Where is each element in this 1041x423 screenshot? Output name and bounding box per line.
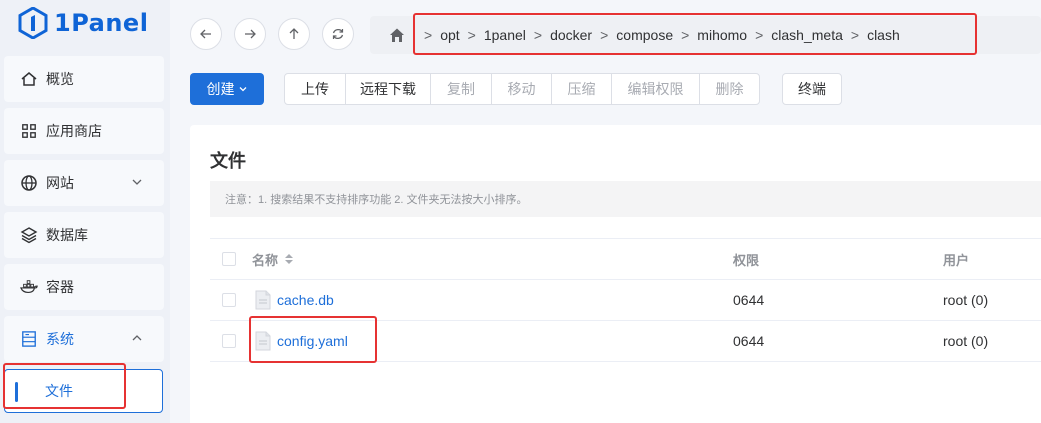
home-icon[interactable] xyxy=(388,26,406,44)
sidebar-item-app-store[interactable]: 应用商店 xyxy=(4,108,164,154)
select-all-checkbox[interactable] xyxy=(222,252,236,266)
sidebar-item-database[interactable]: 数据库 xyxy=(4,212,164,258)
upload-button[interactable]: 上传 xyxy=(284,73,346,105)
sidebar-item-container[interactable]: 容器 xyxy=(4,264,164,310)
create-button[interactable]: 创建 xyxy=(190,73,264,105)
chevron-down-icon[interactable] xyxy=(130,175,144,189)
sidebar-item-label: 系统 xyxy=(46,331,74,347)
logo[interactable]: 1Panel xyxy=(18,6,148,40)
page-title: 文件 xyxy=(210,151,246,171)
file-action-group: 上传 远程下载 复制 移动 压缩 编辑权限 删除 xyxy=(284,73,760,105)
sidebar-item-system[interactable]: 系统 xyxy=(4,316,164,362)
up-button[interactable] xyxy=(278,18,310,50)
notice-banner: 注意：1. 搜索结果不支持排序功能 2. 文件夹无法按大小排序。 xyxy=(210,181,1041,217)
remote-download-button[interactable]: 远程下载 xyxy=(345,73,431,105)
file-user: root (0) xyxy=(943,292,989,308)
column-name-label: 名称 xyxy=(252,252,279,268)
delete-button[interactable]: 删除 xyxy=(699,73,760,105)
sidebar-item-label: 网站 xyxy=(46,175,74,191)
arrow-up-icon xyxy=(289,28,299,39)
sidebar-item-label: 应用商店 xyxy=(46,123,102,139)
file-name-link[interactable]: cache.db xyxy=(277,292,334,308)
file-user: root (0) xyxy=(943,333,989,349)
column-user: 用户 xyxy=(943,252,970,268)
copy-button[interactable]: 复制 xyxy=(430,73,492,105)
annotation-box-breadcrumb xyxy=(413,13,977,55)
1panel-logo-icon xyxy=(18,7,48,39)
grid-icon xyxy=(20,122,38,140)
chevron-up-icon[interactable] xyxy=(130,331,144,345)
table-row[interactable]: cache.db 0644 root (0) xyxy=(210,280,1041,321)
back-button[interactable] xyxy=(190,18,222,50)
row-checkbox[interactable] xyxy=(222,334,236,348)
table-header: 名称 权限 用户 xyxy=(210,238,1041,280)
annotation-box-config-file xyxy=(249,316,377,363)
sidebar-item-label: 数据库 xyxy=(46,227,88,243)
refresh-button[interactable] xyxy=(322,18,354,50)
arrow-left-icon xyxy=(200,29,211,39)
sort-icon[interactable] xyxy=(284,253,294,265)
move-button[interactable]: 移动 xyxy=(491,73,552,105)
docker-icon xyxy=(20,278,38,296)
refresh-icon xyxy=(332,28,344,40)
sidebar-item-overview[interactable]: 概览 xyxy=(4,56,164,102)
globe-icon xyxy=(20,174,38,192)
file-icon xyxy=(255,290,271,310)
terminal-button[interactable]: 终端 xyxy=(782,73,842,105)
file-panel: 文件 注意：1. 搜索结果不支持排序功能 2. 文件夹无法按大小排序。 名称 权… xyxy=(190,125,1041,423)
home-icon xyxy=(20,70,38,88)
sidebar-item-website[interactable]: 网站 xyxy=(4,160,164,206)
row-checkbox[interactable] xyxy=(222,293,236,307)
logo-text: 1Panel xyxy=(54,9,149,37)
forward-button[interactable] xyxy=(234,18,266,50)
chevron-down-icon xyxy=(239,87,246,92)
sidebar-item-label: 容器 xyxy=(46,279,74,295)
edit-permission-button[interactable]: 编辑权限 xyxy=(611,73,700,105)
column-permission: 权限 xyxy=(733,252,760,268)
file-permission: 0644 xyxy=(733,292,765,308)
file-permission: 0644 xyxy=(733,333,765,349)
column-name[interactable]: 名称 xyxy=(252,239,294,279)
sidebar-item-label: 概览 xyxy=(46,71,74,87)
create-label: 创建 xyxy=(206,81,235,97)
server-icon xyxy=(20,330,38,348)
compress-button[interactable]: 压缩 xyxy=(551,73,612,105)
annotation-box-files-menu xyxy=(3,363,126,409)
arrow-right-icon xyxy=(245,29,256,39)
sidebar: 1Panel 概览 应用商店 网站 数据库 容器 系统 文件 xyxy=(0,0,170,423)
layers-icon xyxy=(20,226,38,244)
